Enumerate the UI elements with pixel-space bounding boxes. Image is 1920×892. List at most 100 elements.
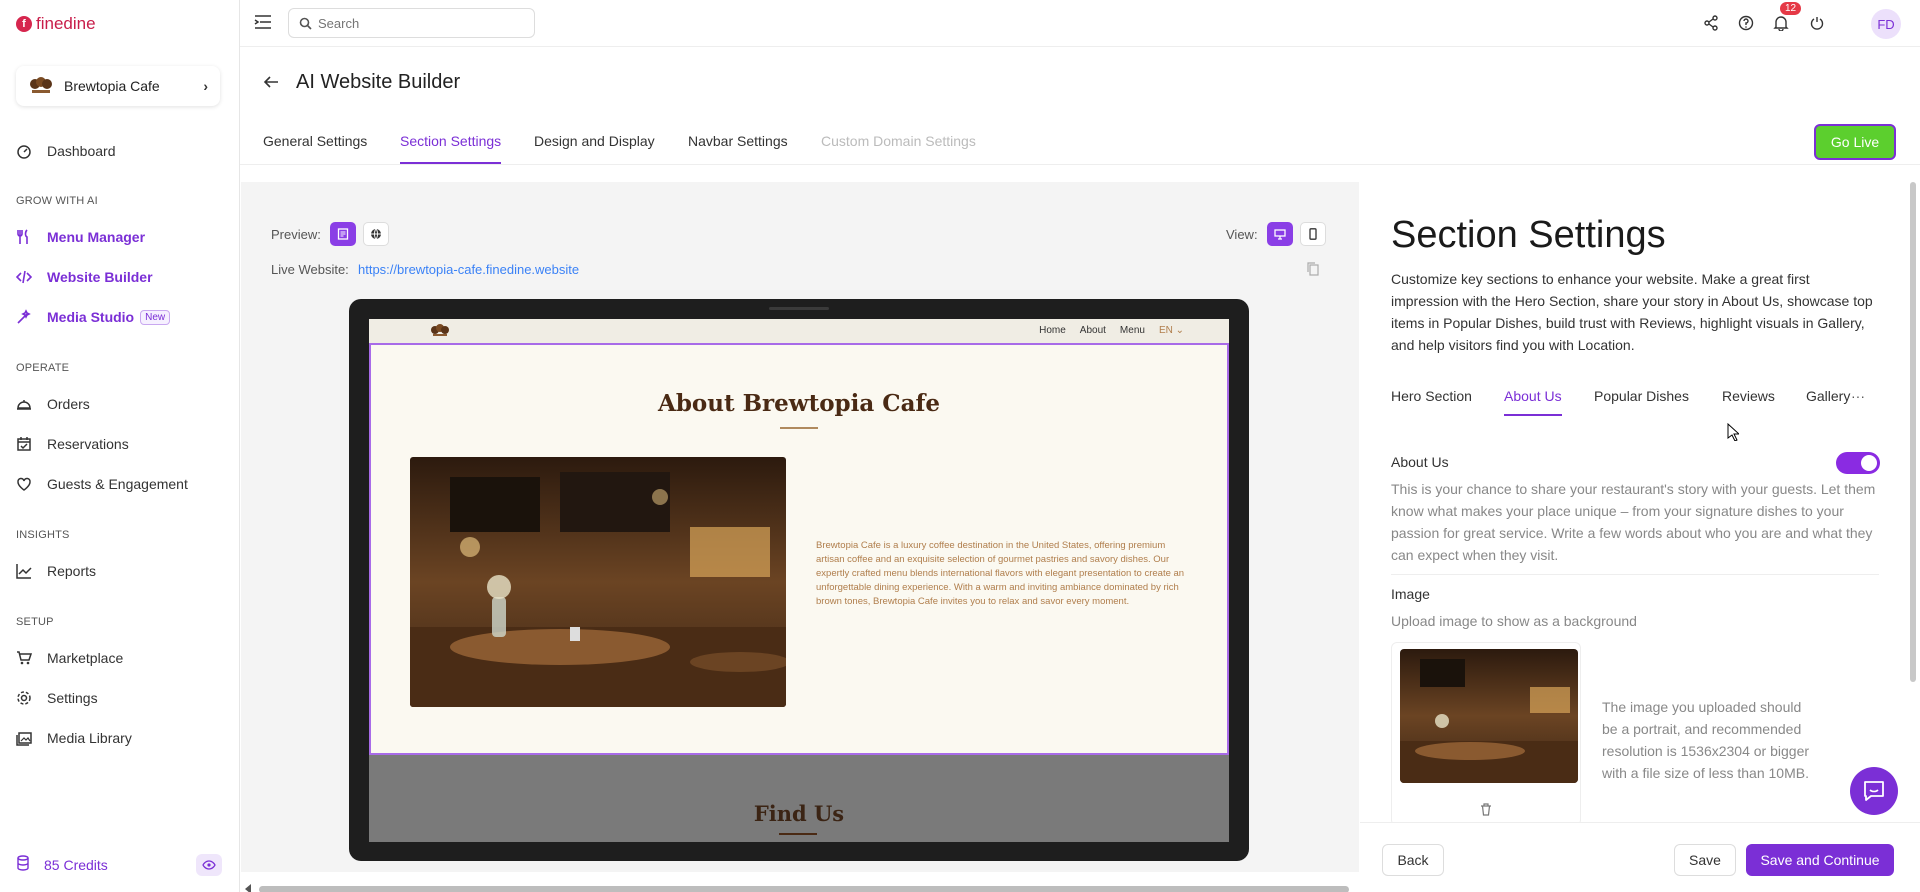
monitor-icon xyxy=(1274,229,1286,240)
magic-wand-icon xyxy=(16,309,32,325)
go-live-button[interactable]: Go Live xyxy=(1814,124,1896,160)
delete-image-icon[interactable] xyxy=(1480,803,1492,821)
tab-section-settings[interactable]: Section Settings xyxy=(400,133,502,164)
uploaded-image-thumbnail xyxy=(1400,649,1578,783)
tab-gallery[interactable]: Gallery xyxy=(1806,388,1850,414)
sidebar-item-label: Dashboard xyxy=(47,143,116,159)
site-nav-about[interactable]: About xyxy=(1080,325,1106,336)
chat-support-button[interactable] xyxy=(1850,767,1898,815)
sidebar-item-dashboard[interactable]: Dashboard xyxy=(16,138,226,164)
tab-hero-section[interactable]: Hero Section xyxy=(1391,388,1472,414)
toggle-knob xyxy=(1861,455,1877,471)
tab-reviews[interactable]: Reviews xyxy=(1722,388,1775,414)
notifications-button[interactable]: 12 xyxy=(1770,2,1802,34)
panel-description: Customize key sections to enhance your w… xyxy=(1391,271,1873,353)
find-us-section[interactable]: Find Us xyxy=(369,755,1229,842)
tab-popular-dishes[interactable]: Popular Dishes xyxy=(1594,388,1689,414)
finedine-logo[interactable]: f finedine xyxy=(16,14,96,34)
sidebar-item-reports[interactable]: Reports xyxy=(16,558,226,584)
about-us-label: About Us xyxy=(1391,454,1449,470)
search-input[interactable] xyxy=(318,15,518,31)
about-section-text: Brewtopia Cafe is a luxury coffee destin… xyxy=(816,540,1185,607)
back-arrow-icon[interactable] xyxy=(263,74,279,95)
sidebar-item-label: Menu Manager xyxy=(47,229,146,245)
heart-icon xyxy=(16,476,32,492)
site-nav-home[interactable]: Home xyxy=(1039,325,1066,336)
sidebar-item-media-studio[interactable]: Media Studio New xyxy=(16,304,226,330)
gear-icon xyxy=(16,690,32,706)
notification-count-badge: 12 xyxy=(1780,2,1802,15)
sidebar-item-menu-manager[interactable]: Menu Manager xyxy=(16,224,226,250)
more-tabs-icon[interactable]: ··· xyxy=(1851,388,1865,404)
share-icon[interactable] xyxy=(1700,12,1722,34)
site-nav-links: Home About Menu EN ⌄ xyxy=(1039,325,1184,336)
search-box[interactable] xyxy=(288,8,535,38)
live-website-link[interactable]: https://brewtopia-cafe.finedine.website xyxy=(358,262,579,277)
tab-design-display[interactable]: Design and Display xyxy=(534,133,655,162)
website-preview-screen[interactable]: Home About Menu EN ⌄ About Brewtopia Caf… xyxy=(369,319,1229,842)
section-heading-insights: INSIGHTS xyxy=(16,529,70,541)
sidebar-item-label: Website Builder xyxy=(47,269,153,285)
tab-navbar-settings[interactable]: Navbar Settings xyxy=(688,133,788,162)
sidebar-item-label: Settings xyxy=(47,690,98,706)
copy-icon[interactable] xyxy=(1307,262,1319,281)
sidebar-item-website-builder[interactable]: Website Builder xyxy=(16,264,226,290)
find-us-title: Find Us xyxy=(753,801,845,826)
sidebar-item-marketplace[interactable]: Marketplace xyxy=(16,645,226,671)
tab-about-us[interactable]: About Us xyxy=(1504,388,1562,416)
panel-footer: Back Save Save and Continue xyxy=(1360,822,1920,892)
sidebar-item-media-library[interactable]: Media Library xyxy=(16,725,226,751)
preview-label: Preview: xyxy=(271,227,321,242)
page-title: AI Website Builder xyxy=(296,71,461,93)
save-and-continue-button[interactable]: Save and Continue xyxy=(1746,844,1894,876)
menu-toggle-icon[interactable] xyxy=(254,14,272,35)
divider xyxy=(1391,574,1879,575)
eye-toggle-button[interactable] xyxy=(196,854,222,876)
preview-area: Preview: View: Live Website: https://bre… xyxy=(241,182,1359,892)
logo-text: finedine xyxy=(36,14,96,33)
tab-general-settings[interactable]: General Settings xyxy=(263,133,367,162)
site-nav-language[interactable]: EN ⌄ xyxy=(1159,325,1184,336)
image-upload-card[interactable] xyxy=(1391,642,1581,826)
avatar[interactable]: FD xyxy=(1871,9,1901,39)
about-section-highlight[interactable]: About Brewtopia Cafe Brewtopia Cafe is a… xyxy=(369,343,1229,755)
sidebar-item-label: Reports xyxy=(47,563,97,579)
live-website-label: Live Website: xyxy=(271,262,349,277)
about-us-toggle[interactable] xyxy=(1836,452,1880,474)
sidebar-item-guests[interactable]: Guests & Engagement xyxy=(16,471,226,497)
coin-stack-icon xyxy=(16,855,30,874)
section-settings-panel: Section Settings Customize key sections … xyxy=(1360,182,1920,826)
credits-balance[interactable]: 85 Credits xyxy=(16,855,108,874)
sidebar-item-settings[interactable]: Settings xyxy=(16,685,226,711)
site-logo-icon xyxy=(431,324,449,336)
save-button[interactable]: Save xyxy=(1674,844,1736,876)
bell-icon xyxy=(1773,16,1789,31)
venue-logo-icon xyxy=(30,77,52,93)
power-icon[interactable] xyxy=(1806,12,1828,34)
back-button[interactable]: Back xyxy=(1382,844,1444,876)
sidebar-item-reservations[interactable]: Reservations xyxy=(16,431,226,457)
preview-live-button[interactable] xyxy=(363,222,389,246)
horizontal-scrollbar[interactable] xyxy=(244,884,1364,892)
view-mobile-button[interactable] xyxy=(1300,222,1326,246)
document-edit-icon xyxy=(337,228,349,240)
fork-knife-icon xyxy=(16,229,32,245)
section-heading-operate: OPERATE xyxy=(16,362,70,374)
horizontal-scrollbar-thumb[interactable] xyxy=(259,886,1349,892)
chat-bubble-icon xyxy=(1864,781,1884,801)
mobile-icon xyxy=(1309,228,1317,240)
vertical-scrollbar[interactable] xyxy=(1910,182,1916,682)
sidebar-item-label: Media Studio xyxy=(47,309,135,325)
help-icon[interactable] xyxy=(1735,12,1757,34)
topbar: 12 FD xyxy=(240,0,1920,47)
cafe-interior-image xyxy=(410,457,786,707)
code-icon xyxy=(16,269,32,285)
search-icon xyxy=(299,17,312,30)
scroll-left-arrow-icon[interactable] xyxy=(244,884,252,892)
sidebar-item-orders[interactable]: Orders xyxy=(16,391,226,417)
view-desktop-button[interactable] xyxy=(1267,222,1293,246)
preview-editor-button[interactable] xyxy=(330,222,356,246)
venue-switcher[interactable]: Brewtopia Cafe › xyxy=(16,66,220,106)
site-nav-menu[interactable]: Menu xyxy=(1120,325,1145,336)
eye-icon xyxy=(202,860,216,870)
